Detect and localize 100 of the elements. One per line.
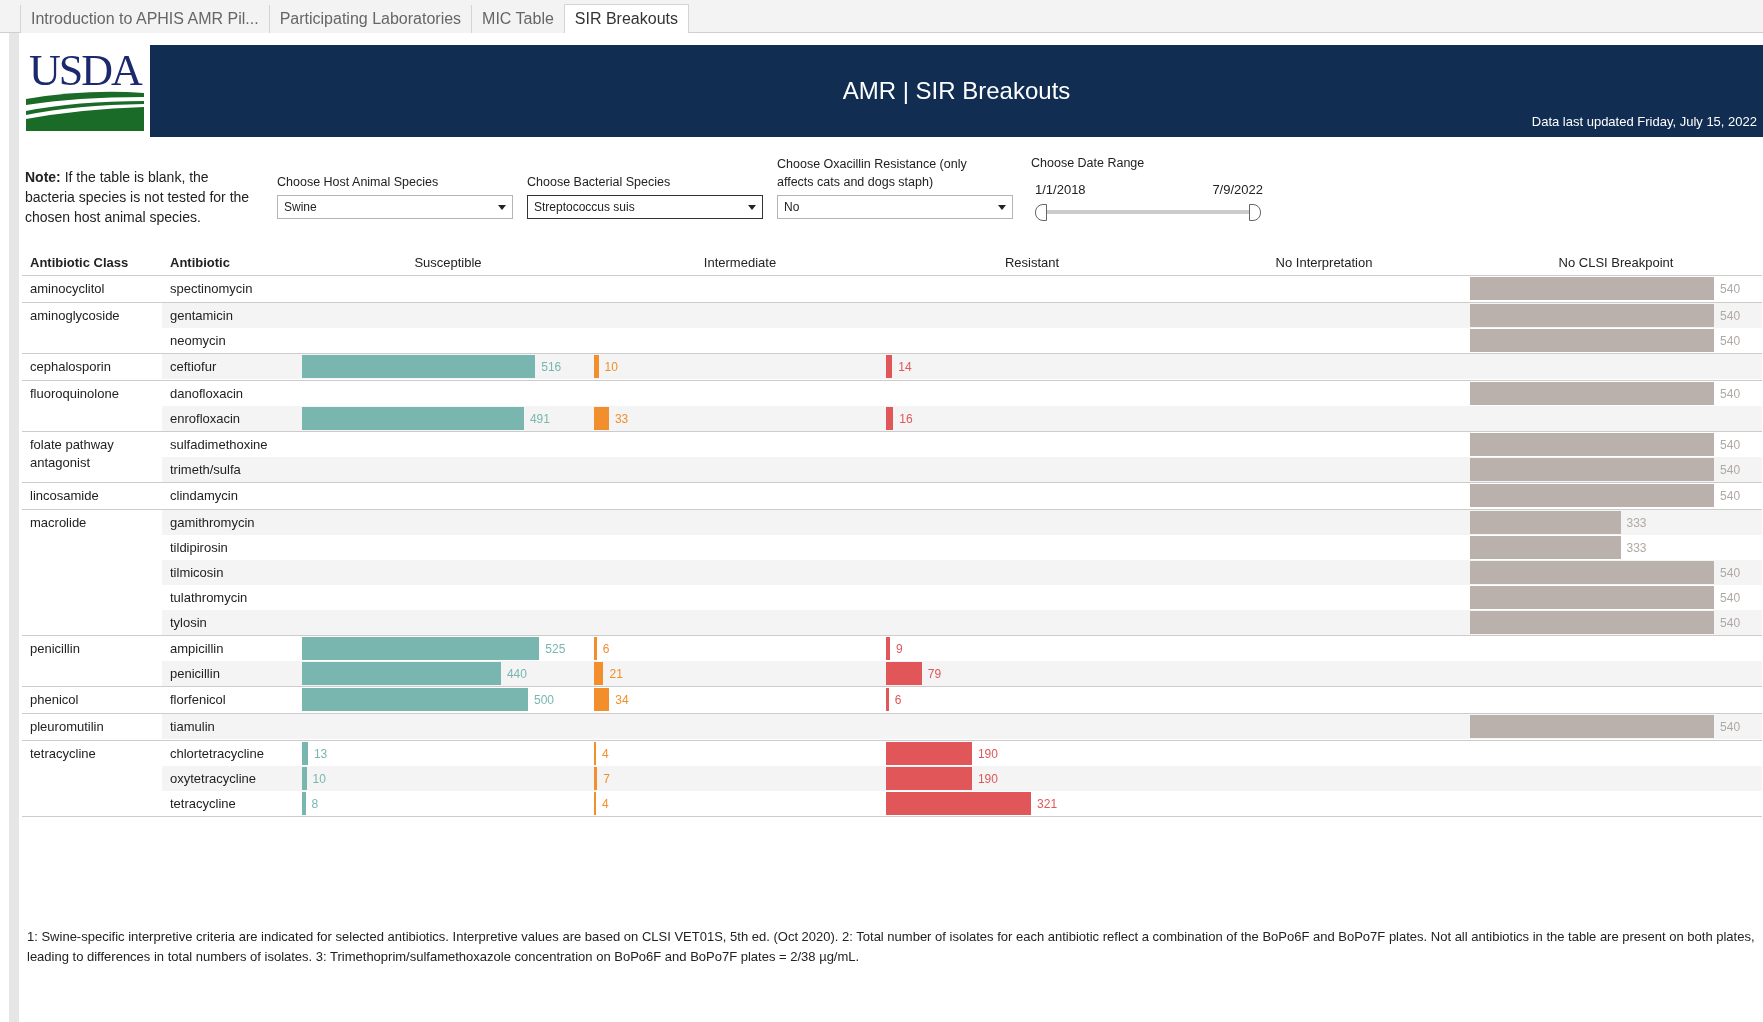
count-label: 21 <box>608 665 623 683</box>
dropdown-caret-icon <box>998 204 1006 210</box>
count-label: 333 <box>1625 514 1647 532</box>
count-label: 10 <box>603 358 618 376</box>
count-label: 540 <box>1719 461 1741 479</box>
count-bar <box>886 637 891 660</box>
tab[interactable]: SIR Breakouts <box>563 4 689 33</box>
count-label: 7 <box>602 770 610 788</box>
count-label: 9 <box>895 640 903 658</box>
antibiotic-cell-text: tetracycline <box>169 795 237 813</box>
count-label: 540 <box>1719 385 1741 403</box>
column-header: Susceptible <box>413 254 483 270</box>
count-label: 500 <box>533 691 555 709</box>
count-label: 6 <box>601 640 610 658</box>
count-label: 33 <box>613 410 629 428</box>
class-cell-text: aminocyclitol <box>29 280 106 298</box>
antibiotic-cell-text: tylosin <box>169 614 208 632</box>
class-cell-text: folate pathway antagonist <box>29 436 115 472</box>
footnote-text: 1: Swine-specific interpretive criteria are indicated for selected antibiotics. Interpretive values are based on CLSI VET01S, 5th ed. (Oct 2020). 2: Total number of isolates for each antibiotic reflect a combination of the BoPo6F and BoPo7F plates. Not all antibiotics in the table are present on both plates, leading to differences in total numbers of isolates. 3: Trimethoprim/sulfamethoxazole concentration on BoPo6F and BoPo7F plates = 2/38 µg/mL. <box>26 928 1756 966</box>
class-cell-text: penicillin <box>29 640 81 658</box>
logo-field-icon <box>26 91 144 131</box>
count-label: 540 <box>1719 487 1741 505</box>
class-cell-text: cephalosporin <box>29 358 112 376</box>
count-label: 540 <box>1719 614 1741 632</box>
filter-label: Choose Host Animal Species <box>277 174 440 191</box>
class-cell-text: lincosamide <box>29 487 100 505</box>
count-bar <box>594 662 604 685</box>
antibiotic-cell-text: ampicillin <box>169 640 225 658</box>
antibiotic-cell-text: danofloxacin <box>169 385 244 403</box>
count-label: 6 <box>893 691 902 709</box>
count-label: 516 <box>540 358 562 376</box>
antibiotic-cell-text: penicillin <box>169 665 221 683</box>
tab[interactable]: Participating Laboratories <box>268 5 472 33</box>
antibiotic-cell-text: neomycin <box>169 332 227 350</box>
count-label: 333 <box>1625 539 1647 557</box>
antibiotic-cell-text: enrofloxacin <box>169 410 242 428</box>
antibiotic-cell-text: tilmicosin <box>169 564 225 582</box>
class-cell-text: tetracycline <box>29 745 97 763</box>
antibiotic-cell-text: chlortetracycline <box>169 745 265 763</box>
dropdown[interactable]: Swine <box>277 195 513 219</box>
class-cell-text: macrolide <box>29 514 88 532</box>
column-header: No Interpretation <box>1274 254 1374 270</box>
class-cell-text: pleuromutilin <box>29 718 105 736</box>
dropdown[interactable]: No <box>777 195 1013 219</box>
count-label: 34 <box>614 691 629 709</box>
count-bar <box>594 688 610 711</box>
count-bar <box>886 355 893 378</box>
count-bar <box>886 407 894 430</box>
tab[interactable]: MIC Table <box>471 5 564 33</box>
note-text: Note: If the table is blank, the bacteria species is not tested for the chosen host animal species. <box>25 168 251 227</box>
count-label: 79 <box>926 665 942 683</box>
count-label: 190 <box>976 770 998 788</box>
class-cell-text: fluoroquinolone <box>29 385 120 403</box>
antibiotic-cell-text: ceftiofur <box>169 358 218 376</box>
count-label: 540 <box>1719 307 1741 325</box>
column-header: Resistant <box>1003 254 1061 270</box>
antibiotic-cell-text: tiamulin <box>169 718 216 736</box>
dashboard-title: AMR | SIR Breakouts <box>842 77 1071 105</box>
antibiotic-cell-text: gentamicin <box>169 307 234 325</box>
count-bar <box>886 662 922 685</box>
count-label: 190 <box>976 745 998 763</box>
count-label: 540 <box>1719 718 1741 736</box>
class-cell-text: aminoglycoside <box>29 307 121 325</box>
date-label: 1/1/2018 <box>1035 182 1086 197</box>
class-cell-text: phenicol <box>29 691 80 709</box>
dropdown-caret-icon <box>498 204 506 210</box>
count-label: 321 <box>1036 795 1058 813</box>
column-header: No CLSI Breakpoint <box>1557 254 1675 270</box>
slider-handle[interactable] <box>1249 204 1261 221</box>
filter-label: Choose Oxacillin Resistance (only affects cats and dogs staph) <box>777 156 968 191</box>
count-bar <box>594 407 609 430</box>
antibiotic-cell-text: spectinomycin <box>169 280 254 298</box>
filter-label: Choose Bacterial Species <box>527 174 672 191</box>
count-bar <box>594 637 597 660</box>
count-label: 440 <box>505 665 527 683</box>
count-bar <box>886 688 889 711</box>
count-label: 13 <box>312 745 328 763</box>
logo-text: USDA <box>29 51 141 91</box>
count-label: 540 <box>1719 589 1741 607</box>
count-bar <box>594 355 599 378</box>
count-label: 491 <box>528 410 550 428</box>
count-bar <box>302 792 306 815</box>
dropdown[interactable]: Streptococcus suis <box>527 195 763 219</box>
count-label: 540 <box>1719 332 1741 350</box>
count-label: 540 <box>1719 564 1741 582</box>
count-label: 4 <box>601 795 609 813</box>
antibiotic-cell-text: sulfadimethoxine <box>169 436 269 454</box>
date-range-slider[interactable] <box>1035 203 1261 221</box>
count-label: 540 <box>1719 436 1741 454</box>
count-label: 16 <box>898 410 913 428</box>
antibiotic-cell-text: tulathromycin <box>169 589 249 607</box>
tab[interactable]: Introduction to APHIS AMR Pil... <box>20 5 269 33</box>
antibiotic-cell-text: trimeth/sulfa <box>169 461 242 479</box>
count-bar <box>302 742 308 765</box>
antibiotic-cell-text: gamithromycin <box>169 514 256 532</box>
count-bar <box>302 767 307 790</box>
slider-handle[interactable] <box>1035 204 1047 221</box>
count-label: 10 <box>311 770 326 788</box>
antibiotic-cell-text: tildipirosin <box>169 539 229 557</box>
count-label: 4 <box>601 745 609 763</box>
